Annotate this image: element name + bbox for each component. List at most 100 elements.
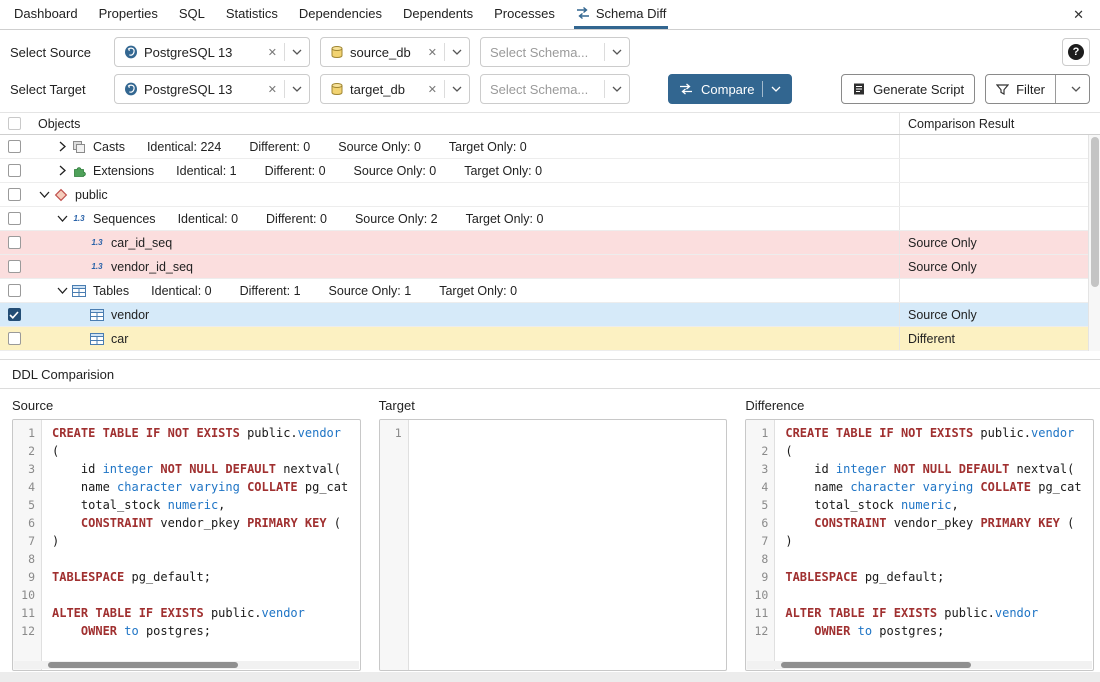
table-row[interactable]: 1.3car_id_seqSource Only [0, 231, 1100, 255]
row-checkbox[interactable] [8, 164, 21, 177]
filter-button[interactable]: Filter [985, 74, 1090, 104]
chevron-down-icon[interactable] [612, 49, 622, 55]
tab-dashboard[interactable]: Dashboard [12, 0, 80, 29]
source-schema-select[interactable]: Select Schema... [480, 37, 630, 67]
chevron-down-icon[interactable] [452, 86, 462, 92]
expand-icon[interactable] [54, 141, 70, 152]
select-target-row: Select Target PostgreSQL 13 ✕ target_db … [0, 67, 1100, 104]
tab-processes[interactable]: Processes [492, 0, 557, 29]
table-row[interactable]: public [0, 183, 1100, 207]
code-area[interactable] [409, 420, 727, 670]
clear-icon[interactable]: ✕ [428, 46, 437, 59]
comparison-result-cell: Source Only [900, 255, 1100, 278]
object-label: car_id_seq [111, 236, 172, 250]
generate-script-button[interactable]: Generate Script [841, 74, 975, 104]
chevron-down-icon[interactable] [1063, 86, 1089, 92]
expand-icon[interactable] [54, 165, 70, 176]
compare-arrows-icon [679, 83, 693, 95]
collapse-icon[interactable] [36, 191, 52, 198]
comparison-stats: Identical: 0Different: 0Source Only: 2Ta… [178, 212, 544, 226]
chevron-down-icon[interactable] [292, 86, 302, 92]
horizontal-scrollbar-thumb[interactable] [48, 662, 238, 668]
row-checkbox[interactable] [8, 140, 21, 153]
stat: Source Only: 1 [329, 284, 412, 298]
tab-dependencies[interactable]: Dependencies [297, 0, 384, 29]
horizontal-scrollbar[interactable] [14, 661, 359, 669]
source-database-select[interactable]: source_db ✕ [320, 37, 470, 67]
comparison-stats: Identical: 1Different: 0Source Only: 0Ta… [176, 164, 542, 178]
vertical-scrollbar[interactable] [1088, 135, 1100, 351]
tab-properties[interactable]: Properties [97, 0, 160, 29]
tab-label: Dashboard [14, 6, 78, 21]
code-area[interactable]: CREATE TABLE IF NOT EXISTS public.vendor… [42, 420, 360, 670]
chevron-down-icon[interactable] [612, 86, 622, 92]
target-schema-select[interactable]: Select Schema... [480, 74, 630, 104]
target-ddl-editor[interactable]: 1 [379, 419, 728, 671]
casts-icon [70, 140, 88, 154]
stat: Different: 0 [266, 212, 327, 226]
difference-ddl-editor[interactable]: 123456789101112CREATE TABLE IF NOT EXIST… [745, 419, 1094, 671]
table-icon [70, 285, 88, 297]
source-schema-placeholder: Select Schema... [490, 45, 604, 60]
table-row[interactable]: ExtensionsIdentical: 1Different: 0Source… [0, 159, 1100, 183]
row-checkbox[interactable] [8, 188, 21, 201]
stat: Different: 0 [265, 164, 326, 178]
source-ddl-editor[interactable]: 123456789101112CREATE TABLE IF NOT EXIST… [12, 419, 361, 671]
clear-icon[interactable]: ✕ [268, 83, 277, 96]
table-row[interactable]: CastsIdentical: 224Different: 0Source On… [0, 135, 1100, 159]
select-divider [604, 80, 605, 98]
clear-icon[interactable]: ✕ [268, 46, 277, 59]
object-label: Sequences [93, 212, 156, 226]
tabs: Dashboard Properties SQL Statistics Dependen… [12, 0, 668, 29]
tab-statistics[interactable]: Statistics [224, 0, 280, 29]
row-checkbox[interactable] [8, 260, 21, 273]
target-server-select[interactable]: PostgreSQL 13 ✕ [114, 74, 310, 104]
tab-label: Properties [99, 6, 158, 21]
collapse-icon[interactable] [54, 215, 70, 222]
comparison-result-cell [900, 279, 1100, 302]
row-checkbox-cell [0, 279, 28, 302]
row-checkbox[interactable] [8, 284, 21, 297]
code-area[interactable]: CREATE TABLE IF NOT EXISTS public.vendor… [775, 420, 1093, 670]
target-panel-title: Target [379, 398, 728, 413]
select-all-checkbox[interactable] [8, 117, 21, 130]
table-icon [88, 309, 106, 321]
column-header-result[interactable]: Comparison Result [900, 113, 1100, 134]
select-divider [444, 43, 445, 61]
database-icon [330, 45, 344, 59]
tab-label: Dependents [403, 6, 473, 21]
tab-label: Statistics [226, 6, 278, 21]
database-icon [330, 82, 344, 96]
chevron-down-icon[interactable] [452, 49, 462, 55]
compare-button[interactable]: Compare [668, 74, 792, 104]
tab-sql[interactable]: SQL [177, 0, 207, 29]
comparison-result-cell [900, 159, 1100, 182]
table-row[interactable]: 1.3SequencesIdentical: 0Different: 0Sour… [0, 207, 1100, 231]
table-row[interactable]: TablesIdentical: 0Different: 1Source Onl… [0, 279, 1100, 303]
chevron-down-icon[interactable] [292, 49, 302, 55]
source-server-select[interactable]: PostgreSQL 13 ✕ [114, 37, 310, 67]
chevron-down-icon[interactable] [771, 86, 781, 92]
table-row[interactable]: vendorSource Only [0, 303, 1100, 327]
row-checkbox[interactable] [8, 308, 21, 321]
vertical-scrollbar-thumb[interactable] [1091, 137, 1099, 287]
horizontal-scrollbar-thumb[interactable] [781, 662, 971, 668]
close-icon[interactable]: ✕ [1069, 5, 1088, 25]
collapse-icon[interactable] [54, 287, 70, 294]
column-header-objects[interactable]: Objects [28, 113, 900, 134]
tab-dependents[interactable]: Dependents [401, 0, 475, 29]
comparison-stats: Identical: 224Different: 0Source Only: 0… [147, 140, 527, 154]
table-row[interactable]: 1.3vendor_id_seqSource Only [0, 255, 1100, 279]
row-checkbox[interactable] [8, 332, 21, 345]
table-row[interactable]: carDifferent [0, 327, 1100, 351]
help-button[interactable]: ? [1062, 38, 1090, 66]
clear-icon[interactable]: ✕ [428, 83, 437, 96]
tab-schema-diff[interactable]: Schema Diff [574, 0, 669, 29]
row-checkbox[interactable] [8, 236, 21, 249]
row-checkbox[interactable] [8, 212, 21, 225]
row-checkbox-cell [0, 207, 28, 230]
page-horizontal-scrollbar[interactable] [0, 672, 1100, 682]
target-database-select[interactable]: target_db ✕ [320, 74, 470, 104]
horizontal-scrollbar[interactable] [747, 661, 1092, 669]
comparison-result-cell [900, 183, 1100, 206]
